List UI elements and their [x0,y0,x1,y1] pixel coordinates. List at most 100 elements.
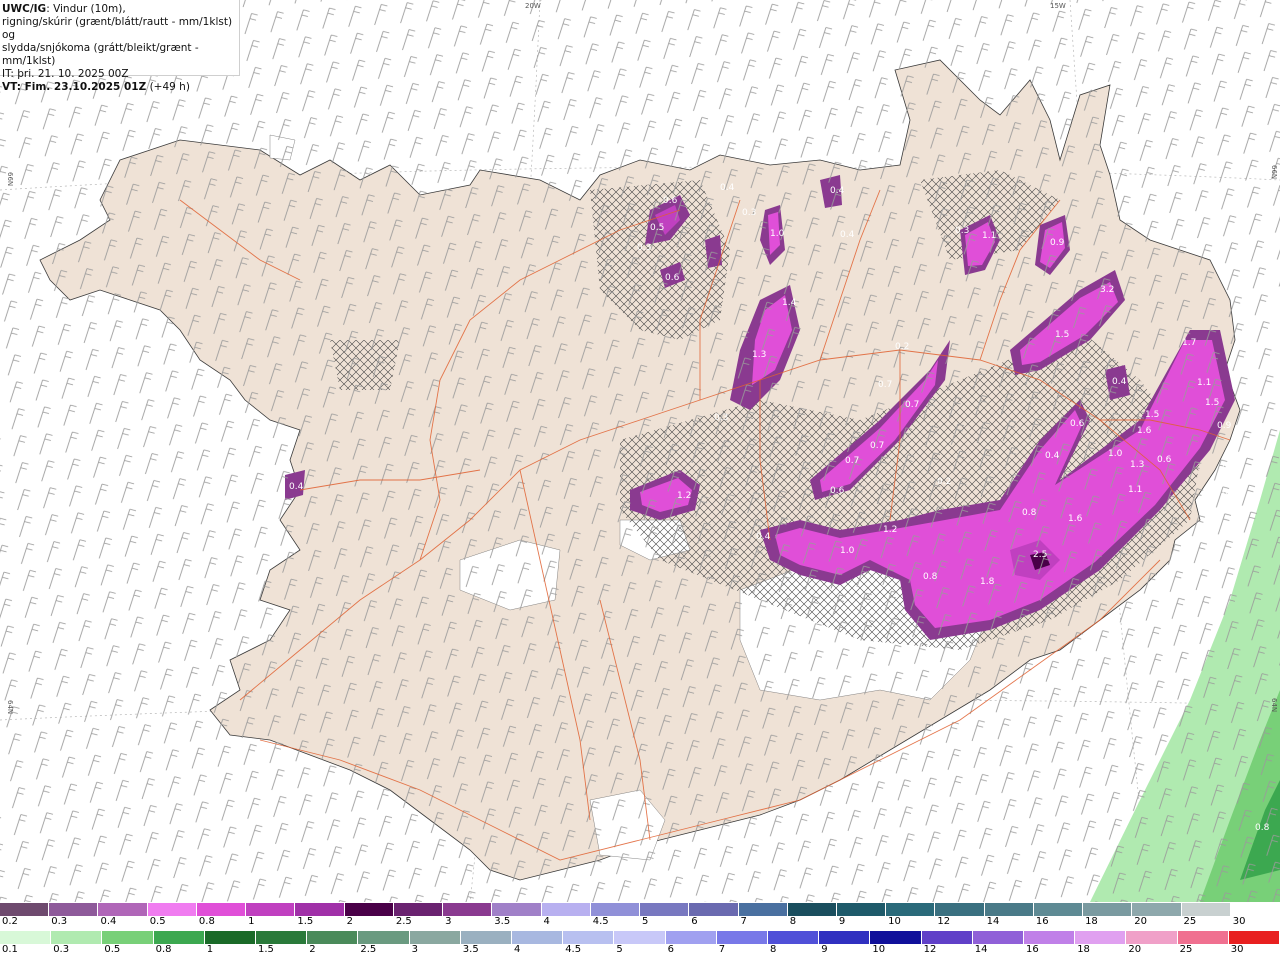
precip-value-label: 0.5 [650,223,664,233]
initial-time: IT: þri. 21. 10. 2025 00Z [2,68,239,81]
legend_snow-label: 20 [1134,916,1148,927]
legend_rain-swatch [1024,931,1076,944]
precip-value-label: 3.2 [1100,285,1114,295]
initial-time-label: IT: [2,68,14,80]
legend_snow-swatch [492,903,542,916]
legend_rain-label: 0.5 [104,944,121,955]
legend_snow-label: 3.5 [494,916,511,927]
legend_snow-label: 2.5 [395,916,412,927]
initial-time-value: þri. 21. 10. 2025 00Z [17,68,129,80]
legend_rain-label: 16 [1026,944,1039,955]
precip-value-label: 0.4 [830,186,845,196]
legend_snow-label: 12 [937,916,951,927]
graticule-right-label-1: 66N [1270,165,1278,179]
legend_snow-swatch [1033,903,1084,916]
legend_snow-swatch [393,903,444,916]
precip-value-label: 1.0 [770,229,785,239]
legend_rain-swatch [614,931,666,944]
legend_snow-swatch [935,903,985,916]
legend_snow-swatch [0,903,50,916]
legend_rain-swatch [307,931,359,944]
precip-value-label: 0.6 [663,196,678,206]
snow-legend-labels: 0.2 0.3 0.4 0.5 0.8 1 1.5 2 2.5 3 3.5 4 4.5 5 6 7 8 9 10 12… [0,916,1280,929]
legend_snow-label: 0.5 [149,916,166,927]
rain-legend-swatches [0,931,1280,944]
legend_rain-swatch [153,931,205,944]
legend_snow-swatch [689,903,739,916]
legend_snow-label: 0.4 [100,916,117,927]
precip-value-label: 0.7 [870,441,884,451]
legend_rain-swatch [768,931,820,944]
weather-map: 0.6 0.5 0.4 0.3 0.3 1.0 0.4 0.6 0.4 1.4 1.3 0.3 0.3 1… [0,0,1280,902]
legend_rain-label: 3.5 [462,944,479,955]
legend_snow-label: 5 [642,916,649,927]
precip-value-label: 0.4 [756,532,771,542]
legend_rain-swatch [256,931,308,944]
legend_rain-swatch [921,931,973,944]
title-line: UWC/IG: Vindur (10m), [2,3,239,16]
legend_rain-swatch [409,931,461,944]
precip-value-label: 0.6 [1070,419,1085,429]
legend_snow-label: 0.8 [198,916,215,927]
precip-value-label: 0.8 [1255,823,1270,833]
legend_snow-label: 7 [740,916,747,927]
legend_rain-swatch [1126,931,1178,944]
legend_snow-label: 16 [1035,916,1049,927]
legend_rain-swatch [563,931,615,944]
legend_rain-label: 14 [974,944,988,955]
legend_snow-label: 3 [445,916,452,927]
legend_rain-swatch [716,931,769,944]
legend_rain-swatch [512,931,564,944]
precip-value-label: 0.4 [840,230,855,240]
graticule-left-label-1: 66N [6,172,14,186]
legend_snow-swatch [443,903,493,916]
legend_rain-label: 0.8 [155,944,172,955]
legend_snow-label: 9 [838,916,846,927]
precip-value-label: 1.5 [1055,330,1069,340]
legend_snow-swatch [196,903,247,916]
legend_snow-label: 6 [691,916,698,927]
precip-value-label: 0.2 [895,342,909,352]
precip-value-label: 0.3 [742,208,756,218]
legend_snow-label: 1 [248,916,255,927]
precip-value-label: 0.6 [665,273,680,283]
graticule-top-label-1: 20W [525,2,541,10]
legend_rain-swatch [819,931,871,944]
precip-value-label: 1.6 [1068,514,1083,524]
legend_rain-label: 12 [923,944,937,955]
legend_snow-label: 4 [543,916,550,927]
valid-time: VT: Fim. 23.10.2025 01Z (+49 h) [2,81,239,94]
precip-value-label: 0.7 [878,380,892,390]
legend_rain-swatch [51,931,103,944]
legend_snow-swatch [590,903,641,916]
legend_rain-swatch [1228,931,1280,944]
rain-legend-labels: 0.1 0.3 0.5 0.8 1 1.5 2 2.5 3 3.5 4 4.5 5 6 7 8 9 10 12 14 1… [0,944,1280,957]
legend_snow-label: 0.2 [2,916,18,927]
legend_rain-label: 9 [821,944,828,955]
precip-value-label: 0.6 [830,486,845,496]
legend_rain-swatch [1177,931,1229,944]
legend_rain-label: 1.5 [258,944,274,955]
legend_snow-swatch [1230,903,1280,916]
legend_rain-swatch [972,931,1025,944]
legend_snow-swatch [1132,903,1182,916]
legend_rain-swatch [665,931,717,944]
legend_rain-label: 6 [667,944,674,955]
precip-value-label: 0.8 [923,572,938,582]
legend_rain-label: 1 [206,944,214,955]
legend_rain-swatch [1075,931,1127,944]
legend_rain-swatch [0,931,52,944]
legend_rain-label: 0.3 [53,944,70,955]
precip-value-label: 1.3 [1130,460,1144,470]
legend_rain-label: 25 [1179,944,1193,955]
legend_snow-swatch [246,903,296,916]
legend_snow-label: 4.5 [592,916,609,927]
wind-barbs [0,0,1280,902]
legend_rain-label: 20 [1128,944,1142,955]
snow-legend: 0.2 0.3 0.4 0.5 0.8 1 1.5 2 2.5 3 3.5 4 4.5 5 6 7 8 9 10 12… [0,903,1280,929]
legend_snow-swatch [787,903,837,916]
legend_snow-swatch [344,903,394,916]
legend_snow-swatch [49,903,99,916]
legend_snow-swatch [147,903,197,916]
precip-value-label: 0.8 [1222,464,1237,474]
